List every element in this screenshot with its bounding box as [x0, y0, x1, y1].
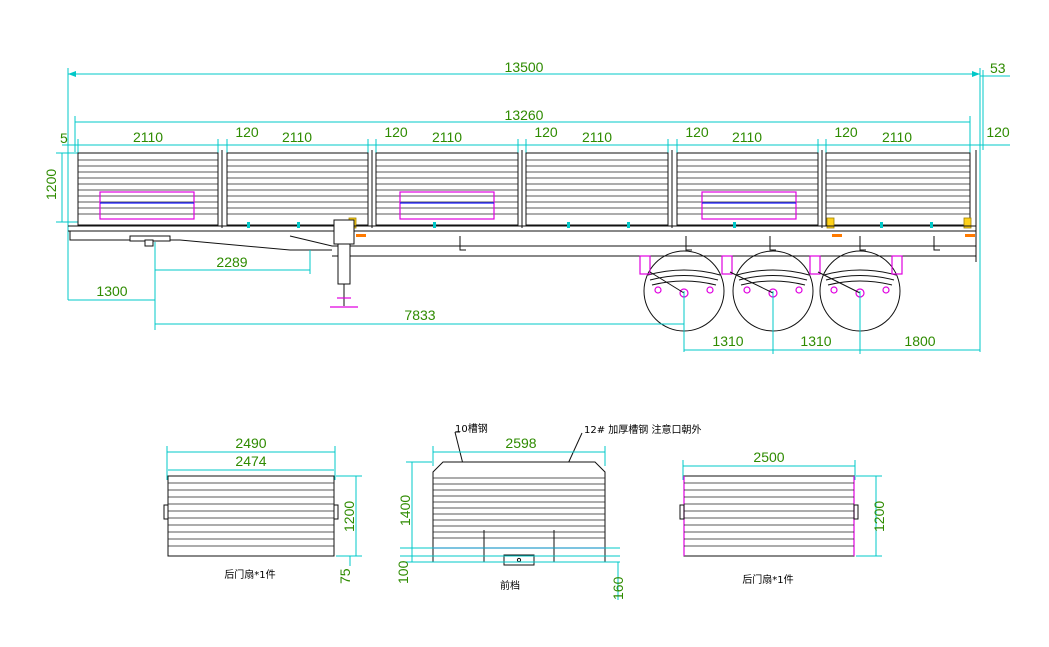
kingpin-to-axle-label: 7833	[404, 307, 435, 323]
side-view-bottom-dimensions: 2289 1300 7833 1310 1310 1800	[68, 242, 980, 354]
side-panel	[676, 152, 819, 226]
overall-length-label: 13500	[505, 59, 544, 75]
side-panel	[226, 152, 369, 226]
panel-gap-4: 120	[685, 124, 709, 140]
panel-height-label: 1200	[43, 169, 59, 200]
axle-spacing-2-label: 1310	[800, 333, 831, 349]
rear-door-height: 1200	[341, 501, 357, 532]
front-wall-note-right: 12# 加厚槽钢 注意口朝外	[584, 423, 701, 436]
rear-door-view: 2490 2474 1200 75 后门扇*1件	[163, 435, 362, 584]
chassis-frame	[68, 219, 977, 308]
panel-gap-6: 120	[986, 124, 1010, 140]
panel-gap-1: 120	[235, 124, 259, 140]
front-to-kingpin-label: 1300	[96, 283, 127, 299]
side-panel	[525, 152, 669, 226]
rear-door-outer-width: 2490	[235, 435, 266, 451]
front-wall-width: 2598	[505, 435, 536, 451]
front-wall-view: 10槽钢 12# 加厚槽钢 注意口朝外 2598 1400 100 160 前档	[395, 422, 701, 600]
side-door-width: 2500	[753, 449, 784, 465]
kingpin-to-leg-label: 2289	[216, 254, 247, 270]
side-door-view: 2500 1200 后门扇*1件	[679, 449, 887, 586]
body-length-label: 13260	[505, 107, 544, 123]
front-wall-bottom-offset: 100	[395, 560, 411, 584]
rear-door-bottom-gap: 75	[337, 568, 353, 584]
rear-door-caption: 后门扇*1件	[224, 568, 275, 581]
panel-width-2: 2110	[282, 129, 312, 145]
panel-gap-2: 120	[384, 124, 408, 140]
side-panel	[77, 152, 219, 226]
axle-group	[639, 250, 903, 332]
side-panel	[375, 152, 519, 226]
front-wall-lower-offset: 160	[610, 576, 626, 600]
front-wall-caption: 前档	[500, 579, 520, 592]
side-panel	[825, 152, 971, 226]
panel-width-3: 2110	[432, 129, 462, 145]
engineering-drawing: 13500 53 13260 5 2110 120 2110 120 2110 …	[43, 59, 1010, 600]
landing-leg	[330, 219, 358, 308]
front-gap-label: 5	[60, 130, 68, 146]
panel-width-5: 2110	[732, 129, 762, 145]
end-offset-label: 53	[990, 60, 1006, 76]
side-door-height: 1200	[871, 501, 887, 532]
side-door-caption: 后门扇*1件	[742, 573, 793, 586]
panel-width-1: 2110	[133, 129, 163, 145]
rear-door-inner-width: 2474	[235, 453, 266, 469]
panel-gap-5: 120	[834, 124, 858, 140]
front-wall-note-left: 10槽钢	[455, 422, 488, 435]
rear-overhang-label: 1800	[904, 333, 935, 349]
front-wall-height: 1400	[397, 495, 413, 526]
axle-spacing-1-label: 1310	[712, 333, 743, 349]
side-view-body	[77, 150, 977, 262]
panel-width-4: 2110	[582, 129, 612, 145]
panel-gap-3: 120	[534, 124, 558, 140]
panel-width-6: 2110	[882, 129, 912, 145]
